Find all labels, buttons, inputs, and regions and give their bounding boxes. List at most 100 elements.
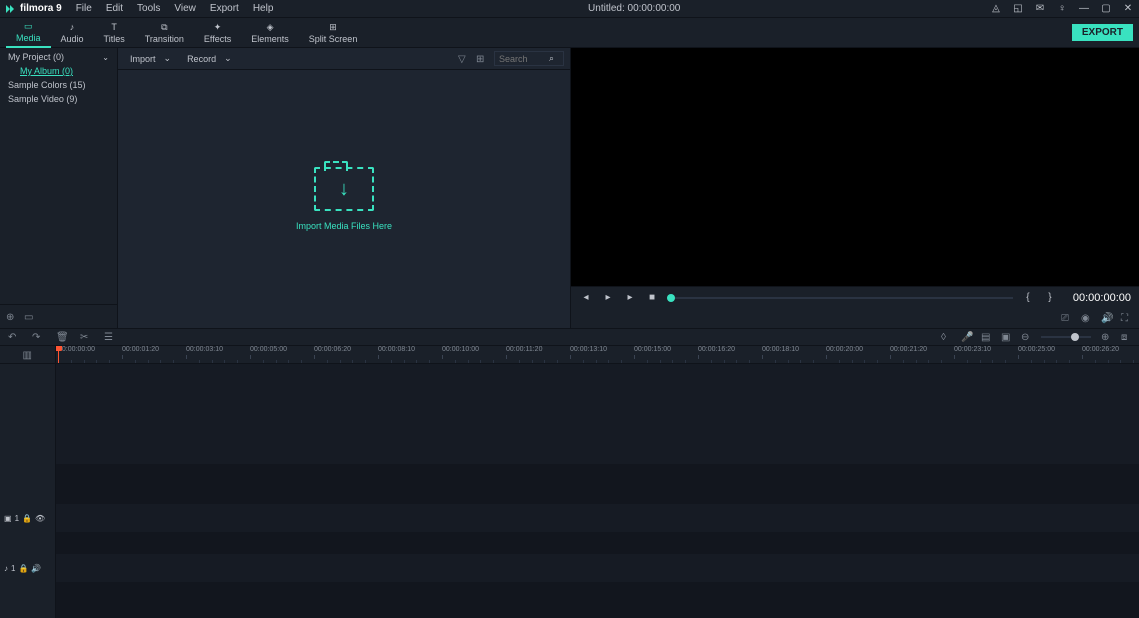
track-row-gap2 [0,532,1139,554]
filter-icon[interactable]: ▽ [458,54,468,64]
zoom-slider[interactable] [1041,336,1091,338]
ruler-tick: 00:00:26:20 [1082,346,1119,353]
audio-track-1: ♪ 1 🔒 🔊 [0,554,1139,582]
menu-export[interactable]: Export [204,1,245,16]
preview-controls: ◂ ▸ ▸ ■ { } 00:00:00:00 [571,286,1139,308]
zoom-out-button[interactable]: ⊖ [1021,332,1031,342]
prev-frame-button[interactable]: ◂ [579,291,593,305]
transition-icon: ⧉ [158,21,170,33]
snapshot-icon[interactable]: ◉ [1081,313,1091,323]
add-folder-icon[interactable]: ⊕ [6,312,16,322]
mic-icon[interactable]: 🎤 [961,332,971,342]
scrubber-handle[interactable] [667,294,675,302]
export-button[interactable]: EXPORT [1072,24,1133,41]
download-arrow-icon: ↓ [339,178,349,201]
track-header [0,364,56,464]
fullscreen-icon[interactable]: ⛶ [1121,313,1131,323]
track-number: 1 [15,514,19,523]
menu-tools[interactable]: Tools [131,1,166,16]
maximize-button[interactable]: ▢ [1099,2,1113,16]
ruler-ticks[interactable]: 00:00:00:0000:00:01:2000:00:03:1000:00:0… [56,346,1139,363]
adjust-button[interactable]: ☰ [104,332,114,342]
stop-button[interactable]: ■ [645,291,659,305]
track-area[interactable] [56,464,1139,504]
import-label: Import [130,54,156,64]
video-track-header[interactable]: ▣ 1 🔒 👁 [0,504,56,532]
ruler-tick: 00:00:18:10 [762,346,799,353]
ruler-tick: 00:00:01:20 [122,346,159,353]
help-icon[interactable]: ♀ [1055,2,1069,16]
video-icon: ▣ [4,514,12,523]
tab-elements[interactable]: ◈ Elements [241,18,299,48]
tab-effects[interactable]: ✦ Effects [194,18,241,48]
ruler-tick: 00:00:13:10 [570,346,607,353]
zoom-handle[interactable] [1071,333,1079,341]
sidebar-item-album[interactable]: My Album (0) [0,64,117,78]
next-frame-button[interactable]: ▸ [623,291,637,305]
minimize-button[interactable]: — [1077,2,1091,16]
ruler-tick: 00:00:05:00 [250,346,287,353]
zoom-in-button[interactable]: ⊕ [1101,332,1111,342]
title-label: Untitled: [588,3,625,14]
undo-button[interactable]: ↶ [8,332,18,342]
manage-tracks-icon[interactable]: ▥ [23,350,33,360]
mark-out-button[interactable]: } [1043,291,1057,305]
volume-icon[interactable]: 🔊 [1101,313,1111,323]
import-dropdown[interactable]: Import ⌄ [124,51,177,66]
preview-time: 00:00:00:00 [1073,292,1131,304]
redo-button[interactable]: ↷ [32,332,42,342]
lock-icon[interactable]: 🔒 [18,564,28,573]
ruler-tick: 00:00:08:10 [378,346,415,353]
render-icon[interactable]: ▣ [1001,332,1011,342]
preview-scrubber[interactable] [667,297,1013,299]
close-button[interactable]: ✕ [1121,2,1135,16]
preview-video[interactable] [571,48,1139,286]
titlebar: filmora 9 File Edit Tools View Export He… [0,0,1139,18]
tab-audio[interactable]: ♪ Audio [51,18,94,48]
menu-view[interactable]: View [168,1,202,16]
tab-transition[interactable]: ⧉ Transition [135,18,194,48]
mark-in-button[interactable]: { [1021,291,1035,305]
tab-splitscreen[interactable]: ⊞ Split Screen [299,18,368,48]
media-drop-zone[interactable]: ↓ Import Media Files Here [118,70,570,328]
play-button[interactable]: ▸ [601,291,615,305]
mixer-icon[interactable]: ▤ [981,332,991,342]
user-icon[interactable]: ◬ [989,2,1003,16]
lock-icon[interactable]: 🔒 [22,514,32,523]
display-icon[interactable]: ⎚ [1061,313,1071,323]
sidebar-item-project[interactable]: My Project (0) ⌄ [0,50,117,64]
search-box[interactable]: ⌕ [494,51,564,66]
sidebar-item-colors[interactable]: Sample Colors (15) [0,78,117,92]
main-area: My Project (0) ⌄ My Album (0) Sample Col… [0,48,1139,328]
eye-icon[interactable]: 👁 [35,514,45,523]
cut-button[interactable]: ✂ [80,332,90,342]
music-icon: ♪ [66,21,78,33]
menu-file[interactable]: File [70,1,98,16]
timeline-tracks: ▣ 1 🔒 👁 ♪ 1 🔒 🔊 [0,364,1139,618]
tab-titles[interactable]: T Titles [94,18,135,48]
sidebar-item-video[interactable]: Sample Video (9) [0,92,117,106]
playhead[interactable] [58,346,59,363]
split-icon: ⊞ [327,21,339,33]
mute-icon[interactable]: 🔊 [31,564,41,573]
folder-open-icon[interactable]: ▭ [24,312,34,322]
audio-track-header[interactable]: ♪ 1 🔒 🔊 [0,554,56,582]
mail-icon[interactable]: ✉ [1033,2,1047,16]
menu-edit[interactable]: Edit [100,1,129,16]
delete-button[interactable]: 🗑 [56,332,66,342]
track-area[interactable] [56,532,1139,554]
message-icon[interactable]: ◱ [1011,2,1025,16]
track-area[interactable] [56,504,1139,532]
ruler-tick: 00:00:16:20 [698,346,735,353]
tab-media[interactable]: ▭ Media [6,18,51,48]
menu-help[interactable]: Help [247,1,280,16]
doc-title: Untitled: 00:00:00:00 [279,3,989,14]
record-dropdown[interactable]: Record ⌄ [181,51,238,66]
marker-icon[interactable]: ◊ [941,332,951,342]
grid-icon[interactable]: ⊞ [476,54,486,64]
track-area[interactable] [56,364,1139,464]
search-input[interactable] [499,54,549,64]
track-area[interactable] [56,554,1139,582]
zoom-fit-button[interactable]: ⧈ [1121,332,1131,342]
track-area[interactable] [56,582,1139,618]
